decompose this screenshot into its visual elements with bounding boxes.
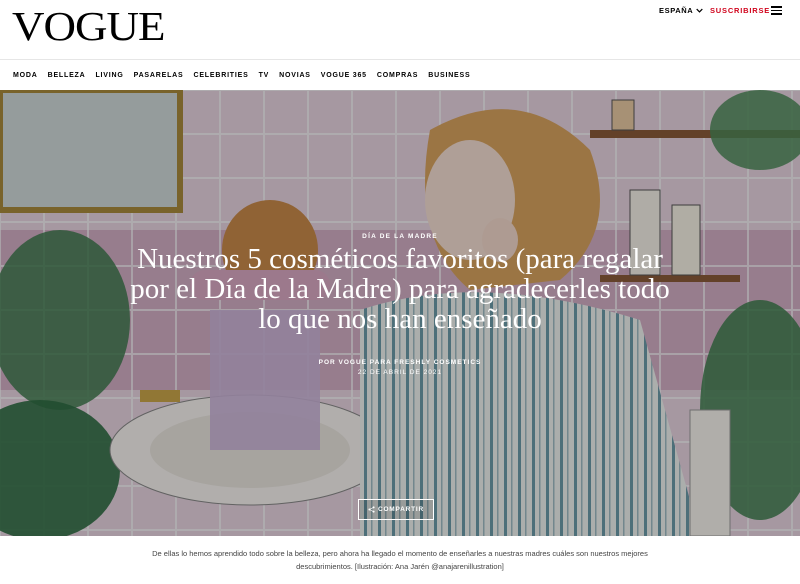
main-nav: MODA BELLEZA LIVING PASARELAS CELEBRITIE… [0, 60, 800, 90]
nav-item-celebrities[interactable]: CELEBRITIES [193, 72, 248, 79]
nav-item-tv[interactable]: TV [259, 72, 270, 79]
vogue-logo[interactable]: VOGUE [12, 4, 165, 48]
subscribe-link[interactable]: SUSCRIBIRSE [710, 6, 770, 15]
nav-item-business[interactable]: BUSINESS [428, 72, 470, 79]
nav-item-pasarelas[interactable]: PASARELAS [134, 72, 184, 79]
article-kicker[interactable]: DÍA DE LA MADRE [0, 233, 800, 240]
article-date: 22 DE ABRIL DE 2021 [357, 369, 443, 376]
share-label: COMPARTIR [377, 506, 425, 513]
region-label: ESPAÑA [659, 6, 694, 15]
nav-item-moda[interactable]: MODA [13, 72, 38, 79]
nav-item-compras[interactable]: COMPRAS [377, 72, 418, 79]
nav-item-vogue365[interactable]: VOGUE 365 [321, 72, 367, 79]
chevron-down-icon [696, 8, 704, 13]
share-icon [368, 506, 375, 513]
nav-item-novias[interactable]: NOVIAS [279, 72, 311, 79]
article-description: De ellas lo hemos aprendido todo sobre l… [152, 549, 648, 571]
nav-item-belleza[interactable]: BELLEZA [48, 72, 86, 79]
share-button[interactable]: COMPARTIR [358, 499, 434, 520]
article-headline: Nuestros 5 cosméticos favoritos (para re… [130, 243, 670, 335]
hamburger-menu-icon[interactable] [771, 6, 782, 15]
region-selector[interactable]: ESPAÑA [659, 6, 704, 15]
hero-illustration: DÍA DE LA MADRE Nuestros 5 cosméticos fa… [0, 90, 800, 536]
nav-item-living[interactable]: LIVING [95, 72, 123, 79]
article-byline[interactable]: POR VOGUE PARA FRESHLY COSMETICS [0, 359, 800, 366]
site-header: VOGUE ESPAÑA SUSCRIBIRSE [0, 0, 800, 60]
